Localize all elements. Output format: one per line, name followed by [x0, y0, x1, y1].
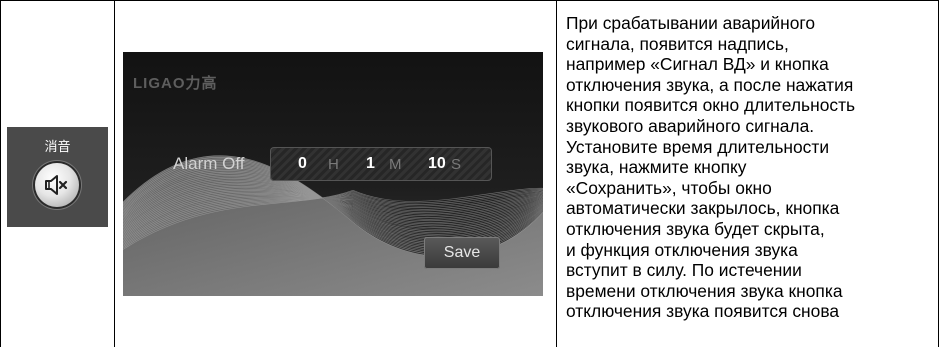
column-divider-2	[556, 0, 557, 347]
description-text: При срабатывании аварийного сигнала, поя…	[566, 13, 934, 322]
brand-logo: LIGAO力高	[133, 75, 218, 92]
description-line: звукового аварийного сигнала.	[566, 115, 815, 136]
speaker-mute-icon	[45, 175, 68, 195]
seconds-unit: S	[451, 156, 462, 173]
description-line: сигнала, появится надпись,	[566, 33, 789, 54]
mute-icon-panel: 消音	[7, 127, 108, 227]
table-left-border	[0, 0, 1, 347]
description-line: звука, нажмите кнопку	[566, 157, 747, 178]
table-top-border	[0, 0, 939, 1]
description-line: и функция отключения звука	[566, 239, 798, 260]
save-button[interactable]: Save	[424, 237, 500, 269]
description-line: отключения звука, а после нажатия	[566, 74, 854, 95]
hours-value[interactable]: 0	[298, 155, 307, 173]
mute-button[interactable]	[35, 163, 79, 207]
description-line: Установите время длительности	[566, 136, 830, 157]
alarm-off-label: Alarm Off	[173, 154, 245, 173]
minutes-unit: M	[389, 156, 402, 173]
device-screen: LIGAO力高 Alarm Off 0 H 1 M 10 S Save	[123, 52, 543, 296]
description-line: отключения звука будет скрыта,	[566, 218, 825, 239]
alarm-duration-input[interactable]: 0 H 1 M 10 S	[270, 147, 492, 181]
description-line: При срабатывании аварийного	[566, 13, 816, 33]
minutes-value[interactable]: 1	[366, 155, 375, 173]
hours-unit: H	[328, 156, 339, 173]
mute-caption: 消音	[44, 140, 71, 155]
description-line: кнопки появится окно длительность	[566, 95, 856, 116]
description-line: времени отключения звука кнопка	[566, 280, 843, 301]
description-line: отключения звука появится снова	[566, 301, 840, 322]
seconds-value[interactable]: 10	[428, 155, 446, 173]
description-line: вступит в силу. По истечении	[566, 260, 802, 281]
description-line: «Сохранить», чтобы окно	[566, 177, 772, 198]
description-line: например «Сигнал ВД» и кнопка	[566, 54, 829, 75]
column-divider-1	[114, 0, 115, 347]
description-line: автоматически закрылось, кнопка	[566, 198, 840, 219]
